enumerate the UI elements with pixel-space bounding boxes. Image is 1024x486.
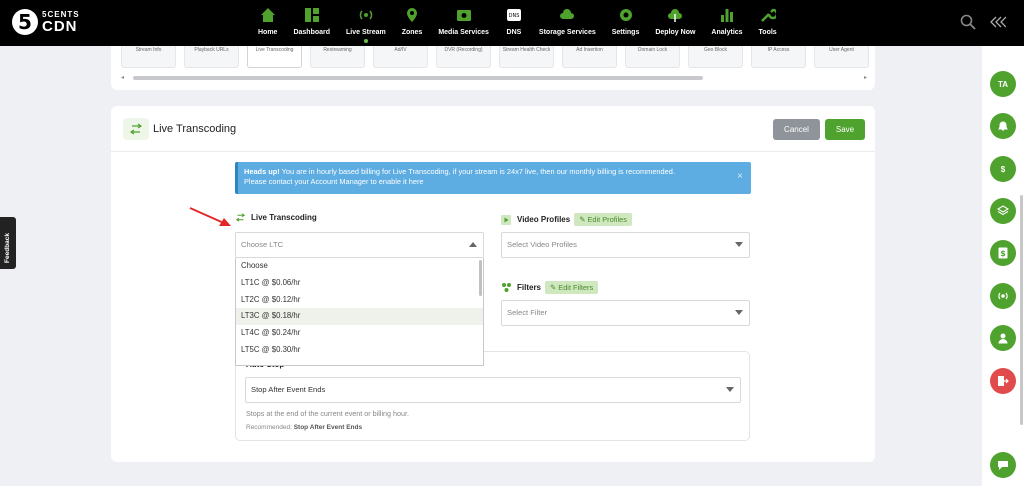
scroll-right-icon[interactable]: ▸: [864, 74, 867, 81]
feature-tab[interactable]: Ad/IV: [373, 46, 428, 68]
top-navbar: 5 5CENTS CDN Home Dashboard Live Stream …: [0, 0, 1024, 46]
page-title: Live Transcoding: [153, 123, 237, 135]
bell-icon[interactable]: [990, 113, 1016, 139]
video-profiles-select[interactable]: Select Video Profiles: [501, 232, 750, 258]
deploy-icon: [666, 6, 684, 24]
dropdown-option[interactable]: Choose: [236, 258, 483, 275]
edit-filters-button[interactable]: ✎ Edit Filters: [545, 281, 599, 294]
map-pin-icon: [403, 6, 421, 24]
filters-label: Filters ✎ Edit Filters: [501, 281, 599, 294]
transcoding-small-icon: [235, 213, 246, 222]
search-icon[interactable]: [960, 14, 976, 30]
dropdown-option[interactable]: LT3C @ $0.18/hr: [236, 308, 483, 326]
collapse-icon[interactable]: [990, 16, 1006, 28]
nav-live-stream[interactable]: Live Stream: [338, 6, 394, 43]
chevron-down-icon: [735, 242, 743, 247]
feature-tab[interactable]: Restreaming: [310, 46, 365, 68]
layers-icon[interactable]: [990, 198, 1016, 224]
home-icon: [259, 6, 277, 24]
cloud-icon: [558, 6, 576, 24]
page-scrollbar[interactable]: [1020, 195, 1023, 425]
feature-tab[interactable]: Domain Lock: [625, 46, 680, 68]
feature-tab[interactable]: Ad Insertion: [562, 46, 617, 68]
feature-tab[interactable]: IP Access: [751, 46, 806, 68]
invoice-icon[interactable]: $: [990, 240, 1016, 266]
nav-home[interactable]: Home: [250, 6, 285, 43]
nav-zones[interactable]: Zones: [394, 6, 431, 43]
dropdown-scrollbar[interactable]: [479, 260, 482, 296]
brand-logo[interactable]: 5 5CENTS CDN: [12, 9, 80, 35]
nav-dashboard[interactable]: Dashboard: [285, 6, 338, 43]
contact-link[interactable]: Please contact your Account Manager to e…: [244, 177, 424, 186]
nav-media-services[interactable]: Media Services: [430, 6, 497, 43]
edit-profiles-button[interactable]: ✎ Edit Profiles: [574, 213, 632, 226]
billing-alert: Heads up! You are in hourly based billin…: [235, 162, 751, 194]
wrench-icon: [759, 6, 777, 24]
gear-icon: [617, 6, 635, 24]
feature-tab[interactable]: Stream Info: [121, 46, 176, 68]
card-header: Live Transcoding Cancel Save: [111, 106, 875, 152]
nav-tools[interactable]: Tools: [751, 6, 785, 43]
transcoding-icon: [123, 118, 149, 140]
right-sidebar: TA $ $: [982, 46, 1024, 486]
transcoding-dropdown: Choose LT1C @ $0.06/hr LT2C @ $0.12/hr LT3C…: [235, 258, 484, 366]
chevron-down-icon: [726, 387, 734, 392]
filter-select[interactable]: Select Filter: [501, 300, 750, 326]
save-button[interactable]: Save: [825, 119, 865, 140]
feature-tabs-strip: Stream Info Playback URLs Live Transcoding…: [111, 46, 875, 90]
transcoding-label: Live Transcoding: [235, 213, 317, 222]
video-profiles-label: Video Profiles ✎ Edit Profiles: [501, 213, 632, 226]
bar-chart-icon: [718, 6, 736, 24]
feature-tab[interactable]: User Agent: [814, 46, 869, 68]
video-icon: [501, 214, 511, 225]
logout-icon[interactable]: [990, 368, 1016, 394]
close-icon[interactable]: ×: [737, 172, 743, 182]
nav-deploy-now[interactable]: Deploy Now: [647, 6, 703, 43]
horizontal-scrollbar[interactable]: ◂ ▸: [121, 75, 867, 81]
dns-icon: DNS: [505, 6, 523, 24]
feedback-tab[interactable]: Feedback: [0, 217, 16, 269]
live-icon[interactable]: [990, 283, 1016, 309]
support-icon[interactable]: [990, 325, 1016, 351]
dropdown-option[interactable]: LT2C @ $0.12/hr: [236, 292, 483, 309]
cancel-button[interactable]: Cancel: [773, 119, 820, 140]
scroll-thumb[interactable]: [133, 76, 703, 80]
transcoding-select[interactable]: Choose LTC: [235, 232, 484, 258]
svg-text:$: $: [1000, 249, 1006, 258]
annotation-arrow: [189, 207, 231, 226]
nav-analytics[interactable]: Analytics: [703, 6, 750, 43]
dollar-icon[interactable]: $: [990, 156, 1016, 182]
active-indicator: [363, 39, 368, 43]
auto-stop-select[interactable]: Stop After Event Ends: [245, 377, 741, 403]
dropdown-option[interactable]: LT4C @ $0.24/hr: [236, 325, 483, 342]
dropdown-option[interactable]: LT5C @ $0.30/hr: [236, 342, 483, 359]
broadcast-icon: [357, 6, 375, 24]
feature-tab[interactable]: Playback URLs: [184, 46, 239, 68]
media-icon: [455, 6, 473, 24]
nav-dns[interactable]: DNS DNS: [497, 6, 531, 43]
feature-tab[interactable]: DVR (Recording): [436, 46, 491, 68]
user-avatar[interactable]: TA: [990, 71, 1016, 97]
scroll-left-icon[interactable]: ◂: [121, 74, 124, 81]
feature-tab[interactable]: Geo Block: [688, 46, 743, 68]
feature-tab[interactable]: Live Transcoding: [247, 46, 302, 68]
logo-bottom-text: CDN: [42, 17, 78, 35]
feature-tab[interactable]: Stream Health Check: [499, 46, 554, 68]
nav-storage-services[interactable]: Storage Services: [531, 6, 604, 43]
dropdown-option[interactable]: LT1C @ $0.06/hr: [236, 275, 483, 292]
auto-stop-help: Stops at the end of the current event or…: [246, 409, 410, 418]
main-nav: Home Dashboard Live Stream Zones Media S…: [250, 6, 785, 43]
chat-icon[interactable]: [990, 452, 1016, 478]
dashboard-icon: [303, 6, 321, 24]
logo-badge: 5: [12, 9, 38, 35]
chevron-up-icon: [469, 242, 477, 247]
chevron-down-icon: [735, 310, 743, 315]
nav-settings[interactable]: Settings: [604, 6, 648, 43]
filters-icon: [502, 283, 511, 292]
auto-stop-recommendation: Recommended: Stop After Event Ends: [246, 424, 363, 431]
live-transcoding-card: Live Transcoding Cancel Save Heads up! Y…: [111, 106, 875, 462]
svg-text:DNS: DNS: [509, 13, 520, 19]
